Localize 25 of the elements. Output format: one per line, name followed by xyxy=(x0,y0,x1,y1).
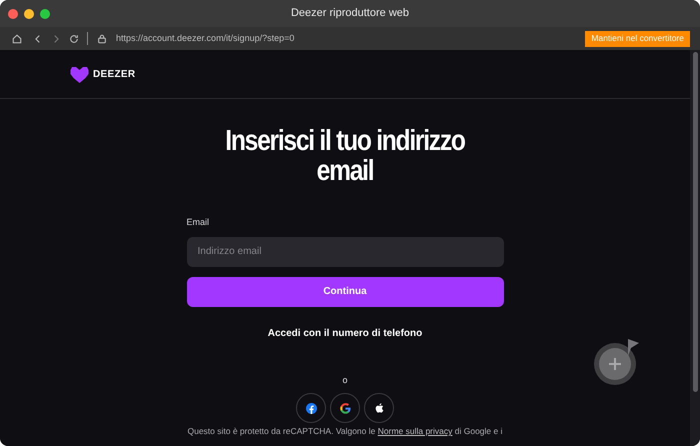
address-field[interactable]: https://account.deezer.com/it/signup/?step=0 xyxy=(116,32,294,46)
separator-text: o xyxy=(342,374,348,386)
heart-logo-icon xyxy=(70,66,89,82)
social-login-button[interactable] xyxy=(330,393,360,423)
social-login-button[interactable] xyxy=(296,393,326,423)
deezer-logo-text: DEEZER xyxy=(93,68,136,82)
recaptcha-notice: Questo sito è protetto da reCAPTCHA. Valgono le Norme sulla privacy di Google e i xyxy=(186,426,504,437)
minimize-window-button[interactable] xyxy=(24,8,34,18)
page-heading: Inserisci il tuo indirizzo email xyxy=(224,126,466,186)
google-icon xyxy=(340,402,350,414)
maximize-window-button[interactable] xyxy=(40,8,50,18)
add-music-floating-icon[interactable] xyxy=(594,336,640,386)
facebook-icon xyxy=(306,402,316,414)
apple-icon xyxy=(374,402,384,414)
continue-button[interactable]: Continua xyxy=(186,276,504,306)
email-field[interactable]: Indirizzo email xyxy=(186,236,504,266)
lock-icon xyxy=(97,34,107,44)
email-label: Email xyxy=(186,216,210,229)
close-window-button[interactable] xyxy=(8,8,18,18)
reload-icon[interactable] xyxy=(69,34,79,44)
privacy-policy-link[interactable]: Norme sulla privacy xyxy=(378,426,452,436)
phone-login-link[interactable]: Accedi con il numero di telefono xyxy=(268,326,422,340)
home-icon[interactable] xyxy=(12,34,22,44)
window-title: Deezer riproduttore web xyxy=(291,6,409,22)
social-login-button[interactable] xyxy=(364,393,394,423)
